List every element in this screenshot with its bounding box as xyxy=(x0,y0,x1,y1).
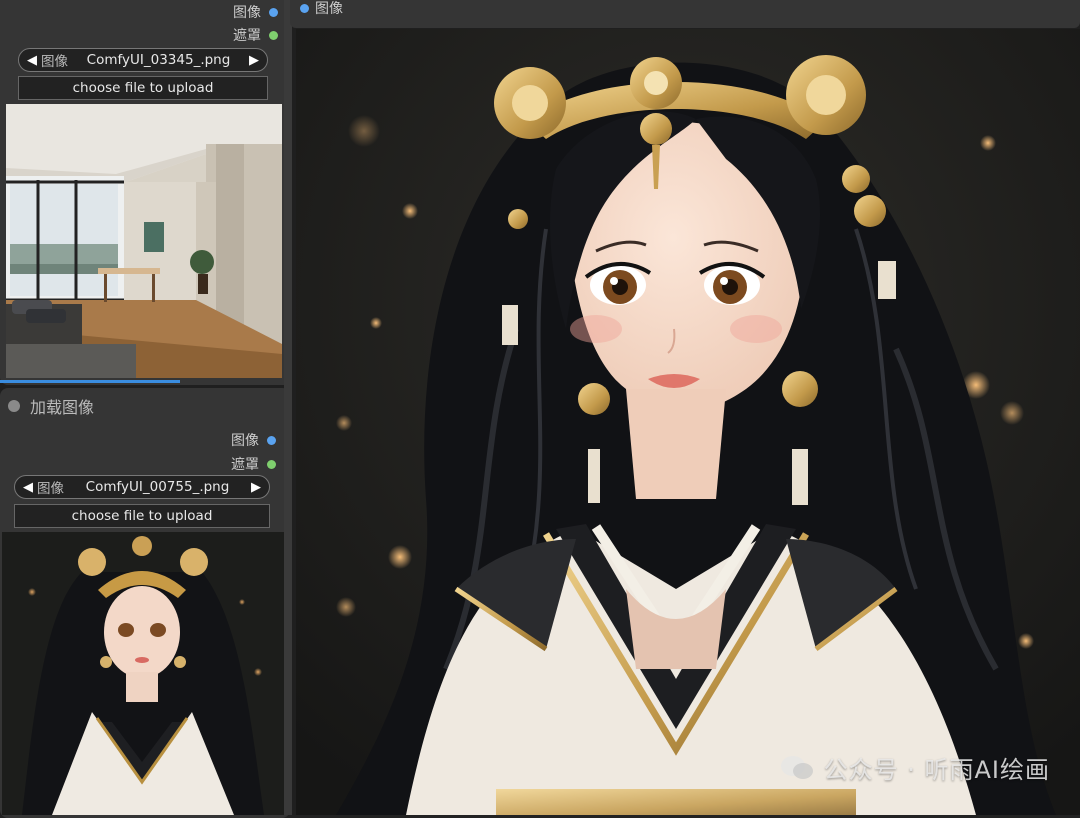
preview-input-row[interactable]: 图像 xyxy=(300,0,343,17)
upload-button-top[interactable]: choose file to upload xyxy=(18,76,268,100)
watermark-text: 公众号 · 听雨AI绘画 xyxy=(823,756,1050,784)
collapse-dot-icon[interactable] xyxy=(8,400,20,412)
output-label: 图像 xyxy=(233,5,261,21)
preview-image: 公众号 · 听雨AI绘画 xyxy=(296,29,1080,815)
hanfu-girl-portrait xyxy=(2,532,284,815)
output-mask-top[interactable]: 遮罩 xyxy=(233,25,278,45)
output-slot-dot[interactable] xyxy=(267,459,276,469)
image-select-bottom[interactable]: ◀ 图像 ComfyUI_00755_.png ▶ xyxy=(14,475,270,499)
output-mask-bottom[interactable]: 遮罩 xyxy=(231,454,276,474)
wechat-icon xyxy=(780,755,813,779)
output-image-bottom[interactable]: 图像 xyxy=(231,430,276,450)
image-thumbnail-bottom xyxy=(2,532,284,815)
upload-button-bottom[interactable]: choose file to upload xyxy=(14,504,270,528)
output-label: 图像 xyxy=(231,433,259,449)
prev-arrow-icon[interactable]: ◀ xyxy=(27,53,37,68)
hanfu-girl-portrait-large xyxy=(296,29,1080,815)
combo-value: ComfyUI_00755_.png xyxy=(85,479,230,495)
output-slot-dot[interactable] xyxy=(267,435,276,445)
input-slot-dot[interactable] xyxy=(300,3,309,13)
image-select-top[interactable]: ◀ 图像 ComfyUI_03345_.png ▶ xyxy=(18,48,268,72)
node-title-bar[interactable]: 加载图像 xyxy=(8,394,94,418)
selection-edge xyxy=(0,380,180,383)
prev-arrow-icon[interactable]: ◀ xyxy=(23,480,33,495)
next-arrow-icon[interactable]: ▶ xyxy=(251,480,261,495)
combo-label: 图像 xyxy=(37,481,64,497)
output-label: 遮罩 xyxy=(231,457,259,473)
output-image-top[interactable]: 图像 xyxy=(233,2,278,22)
preview-input-label: 图像 xyxy=(315,1,343,17)
next-arrow-icon[interactable]: ▶ xyxy=(249,53,259,68)
output-slot-dot[interactable] xyxy=(269,7,278,17)
output-label: 遮罩 xyxy=(233,28,261,44)
panel-divider xyxy=(284,0,292,815)
interior-room-photo xyxy=(6,104,282,378)
output-slot-dot[interactable] xyxy=(269,30,278,40)
watermark: 公众号 · 听雨AI绘画 xyxy=(780,750,1050,785)
preview-node-header[interactable] xyxy=(290,0,1080,28)
combo-label: 图像 xyxy=(41,54,68,70)
image-thumbnail-top xyxy=(6,104,282,378)
node-title: 加载图像 xyxy=(30,398,95,417)
combo-value: ComfyUI_03345_.png xyxy=(86,52,231,68)
